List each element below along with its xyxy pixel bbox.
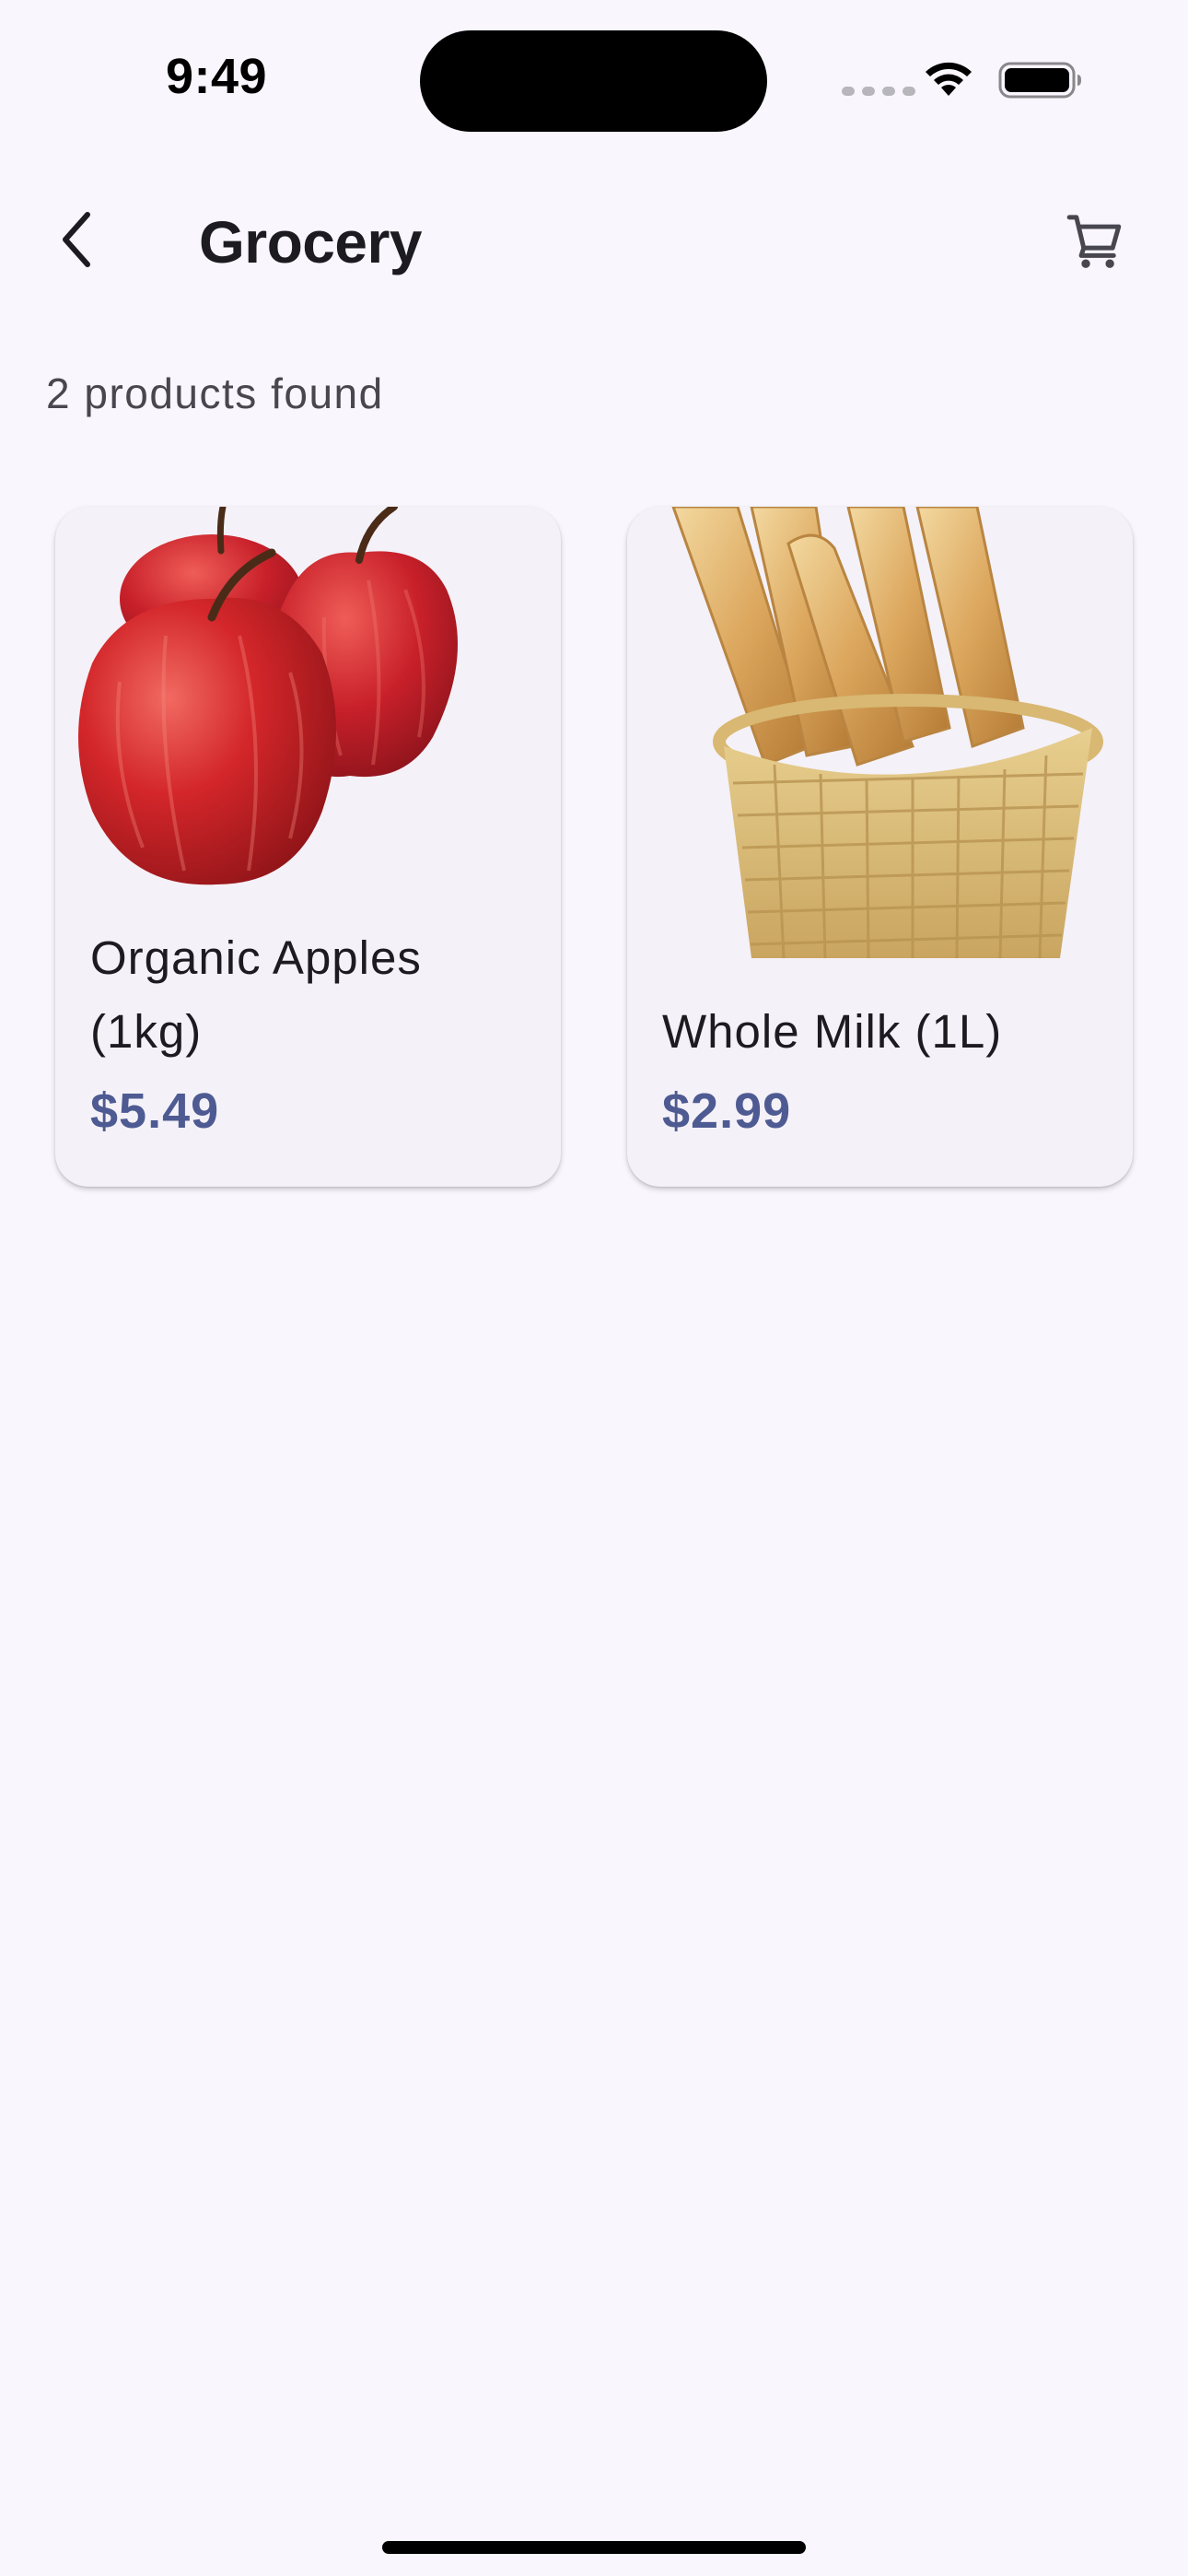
product-price: $2.99 [662, 1083, 792, 1139]
home-indicator[interactable] [382, 2541, 806, 2554]
dynamic-island [420, 30, 767, 132]
product-card[interactable]: Whole Milk (1L) $2.99 [627, 507, 1133, 1187]
product-image-apples [78, 507, 458, 885]
back-button[interactable] [41, 203, 114, 276]
shopping-cart-icon [1066, 215, 1122, 268]
page-title: Grocery [199, 209, 422, 275]
product-price: $5.49 [90, 1083, 220, 1139]
product-name: Organic Apples (1kg) [90, 931, 422, 1058]
cellular-signal-icon [842, 87, 915, 96]
cart-button[interactable] [1059, 205, 1133, 278]
battery-icon [998, 62, 1081, 99]
chevron-left-icon [63, 212, 90, 267]
product-image-bread-basket [671, 507, 1103, 959]
app-bar: Grocery [0, 175, 1188, 304]
results-count: 2 products found [46, 369, 384, 417]
product-name: Whole Milk (1L) [662, 1005, 1003, 1058]
wifi-icon [926, 62, 972, 96]
product-card[interactable]: Organic Apples (1kg) $5.49 [55, 507, 561, 1187]
status-bar: 9:49 [0, 0, 1188, 157]
product-grid: Organic Apples (1kg) $5.49 Whole Milk (1… [55, 507, 1133, 1187]
status-time: 9:49 [166, 49, 268, 104]
